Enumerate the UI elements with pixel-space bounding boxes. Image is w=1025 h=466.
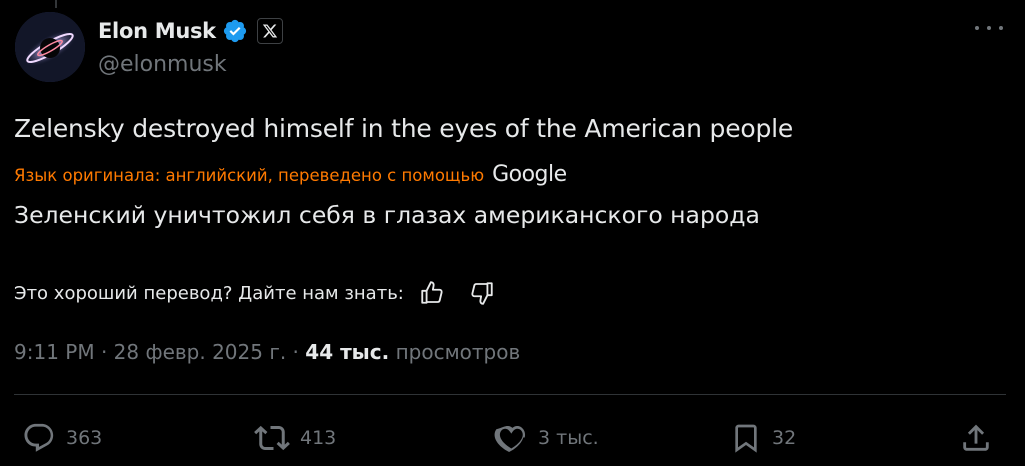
like-count: 3 тыс. bbox=[538, 427, 599, 449]
share-button[interactable] bbox=[959, 418, 993, 458]
more-dot-icon bbox=[975, 26, 979, 30]
avatar[interactable] bbox=[15, 12, 85, 82]
reply-button[interactable]: 363 bbox=[22, 418, 102, 458]
heart-icon bbox=[494, 425, 526, 453]
translation-attribution: Язык оригинала: английский, переведено с… bbox=[14, 162, 567, 187]
views-label: просмотров bbox=[395, 340, 521, 364]
translated-text: Зеленский уничтожил себя в глазах америк… bbox=[14, 201, 760, 229]
x-logo-icon bbox=[262, 24, 278, 38]
bookmark-icon bbox=[735, 424, 757, 453]
repost-count: 413 bbox=[300, 427, 337, 449]
thumbs-down-button[interactable] bbox=[468, 279, 496, 307]
google-logo: Google bbox=[492, 162, 567, 187]
reply-icon bbox=[24, 423, 54, 452]
tweet-meta: 9:11 PM · 28 февр. 2025 г. · 44 тыс. про… bbox=[14, 340, 520, 364]
author-row: Elon Musk bbox=[98, 16, 283, 46]
repost-button[interactable]: 413 bbox=[254, 418, 336, 458]
translation-feedback: Это хороший перевод? Дайте нам знать: bbox=[14, 279, 496, 307]
avatar-image bbox=[15, 12, 85, 82]
more-dot-icon bbox=[987, 26, 991, 30]
verified-badge-icon[interactable] bbox=[222, 18, 248, 44]
tweet-actions: 363 413 3 тыс. 32 bbox=[0, 418, 1025, 458]
bookmark-count: 32 bbox=[772, 427, 797, 449]
translation-note[interactable]: Язык оригинала: английский, переведено с… bbox=[14, 166, 484, 185]
author-handle[interactable]: @elonmusk bbox=[98, 52, 227, 77]
views-count[interactable]: 44 тыс. bbox=[305, 340, 389, 364]
thumbs-up-button[interactable] bbox=[418, 279, 446, 307]
bookmark-button[interactable]: 32 bbox=[730, 418, 796, 458]
tweet-date[interactable]: 28 февр. 2025 г. bbox=[114, 340, 287, 364]
meta-separator: · bbox=[94, 340, 114, 364]
feedback-question: Это хороший перевод? Дайте нам знать: bbox=[14, 282, 404, 304]
more-options-button[interactable] bbox=[975, 18, 1003, 38]
repost-icon bbox=[254, 425, 290, 451]
thread-connector bbox=[55, 0, 57, 8]
thumbs-up-icon bbox=[421, 281, 443, 304]
divider bbox=[14, 394, 1006, 395]
x-affiliate-badge[interactable] bbox=[256, 18, 283, 44]
tweet-text: Zelensky destroyed himself in the eyes o… bbox=[14, 114, 794, 143]
meta-separator: · bbox=[286, 340, 306, 364]
tweet-time[interactable]: 9:11 PM bbox=[14, 340, 95, 364]
more-dot-icon bbox=[999, 26, 1003, 30]
thumbs-down-icon bbox=[471, 282, 493, 305]
like-button[interactable]: 3 тыс. bbox=[494, 418, 599, 458]
share-icon bbox=[963, 424, 989, 451]
reply-count: 363 bbox=[66, 427, 103, 449]
author-display-name[interactable]: Elon Musk bbox=[98, 19, 216, 43]
